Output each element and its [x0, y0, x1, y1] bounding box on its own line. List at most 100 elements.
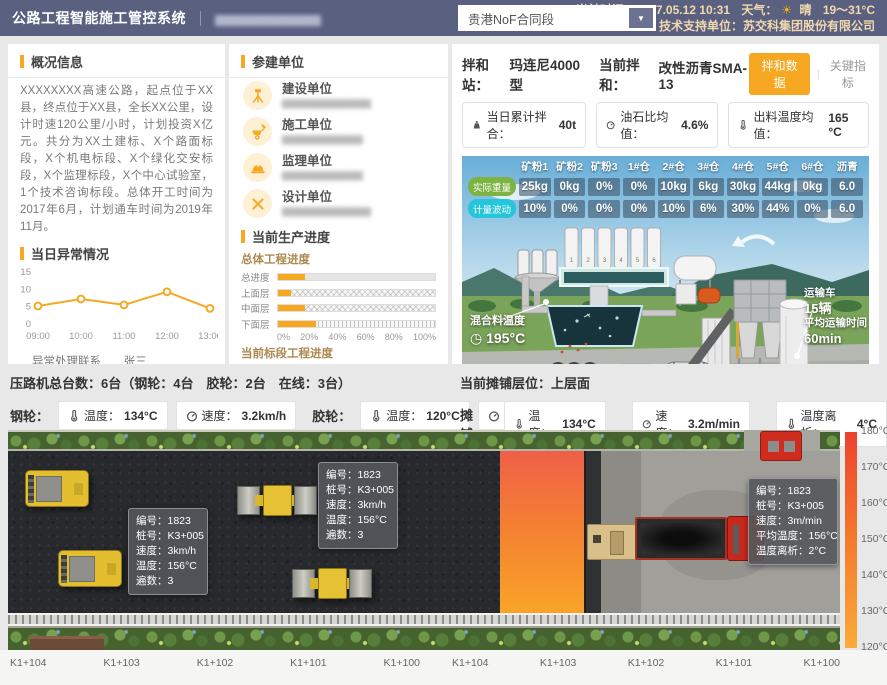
- roller-cab: [263, 485, 292, 516]
- progress-bar-label: 中面层: [241, 301, 277, 315]
- asphalt-load: [641, 523, 721, 554]
- construction-cart-icon: [243, 117, 272, 146]
- layer-summary: 当前摊铺层位：上层面: [460, 373, 887, 392]
- button-separator: |: [817, 67, 820, 81]
- tooltip-value: 156°C: [168, 559, 197, 574]
- mix-temp-value: ◷ 195°C: [470, 330, 525, 347]
- station-header: 拌和站： 玛连尼4000型 当前拌和： 改性沥青SMA-13 拌和数据 | 关键…: [452, 44, 879, 102]
- thermometer-icon: [738, 119, 748, 131]
- app-title: 公路工程智能施工管控系统: [12, 8, 186, 28]
- overview-panel: 概况信息 XXXXXXXX高速公路，起点位于XX县，终点位于XX县，全长XX公里…: [8, 44, 225, 364]
- progress-bar-label: 总进度: [241, 270, 277, 284]
- mix-table-cell: 6kg: [693, 178, 725, 196]
- gauge-icon: [186, 410, 198, 422]
- pneumatic-roller[interactable]: [25, 470, 89, 507]
- tooltip-label: 平均温度：: [756, 529, 809, 544]
- mix-table-cell: 10%: [519, 200, 551, 218]
- progress-bar-track: [277, 289, 436, 297]
- progress-bar-fill: [278, 321, 316, 327]
- tooltip-label: 编号：: [756, 484, 788, 499]
- mix-table-cell: 0%: [623, 200, 655, 218]
- paver-hopper: [593, 535, 601, 543]
- roller-drum: [349, 569, 372, 598]
- tooltip-label: 温度：: [136, 559, 168, 574]
- survey-instrument-icon: [243, 81, 272, 110]
- truck-windshield: [733, 525, 739, 554]
- tooltip-value: 156°C: [809, 529, 838, 544]
- key-indicators-tab-button[interactable]: 关键指标: [827, 57, 869, 91]
- svg-text:10:00: 10:00: [69, 331, 93, 342]
- temp-scale-label: 150°C: [861, 533, 887, 545]
- unit-company-blurred: ▆▆▆▆▆▆▆▆▆▆: [282, 169, 363, 181]
- oil-stone-ratio-chip: 油石比均值：4.6%: [596, 102, 718, 148]
- mix-table-cell: 30kg: [727, 178, 759, 196]
- mix-temp-label: 混合料温度: [470, 312, 525, 328]
- stat-value: 165 °C: [828, 111, 859, 139]
- tooltip-label: 编号：: [326, 468, 358, 483]
- roller-breakdown: （钢轮：4台 胶轮：2台 在线：3台）: [121, 376, 351, 391]
- axis-tick: 80%: [385, 332, 403, 342]
- thermometer-icon: [68, 410, 80, 422]
- tooltip-row: 速度：3km/h: [326, 498, 390, 513]
- station-name-label: 拌和站：: [462, 54, 509, 94]
- mix-table-row-label: 实际重量: [468, 177, 516, 196]
- gauge-icon: [642, 418, 652, 430]
- units-progress-panel: 参建单位 建设单位 ▆▆▆▆▆▆▆▆▆▆▆ 施工单位 ▆▆▆▆▆▆▆▆▆▆: [229, 44, 448, 364]
- dump-truck-bed: [635, 517, 727, 560]
- progress-bar-fill: [278, 274, 305, 280]
- tooltip-row: 平均温度：156°C: [756, 529, 830, 544]
- temp-scale-label: 170°C: [861, 461, 887, 473]
- mix-data-tab-button[interactable]: 拌和数据: [749, 53, 809, 95]
- roller-nose: [107, 563, 116, 575]
- progress-group-title: 当前标段工程进度: [241, 345, 436, 361]
- axis-tick: 60%: [357, 332, 375, 342]
- tooltip-value: 3: [168, 574, 174, 589]
- layer-label: 当前摊铺层位：: [460, 376, 551, 391]
- station-label: K1+101: [290, 657, 327, 669]
- station-label: K1+101: [716, 657, 753, 669]
- thermometer-icon: [786, 418, 796, 430]
- tooltip-label: 编号：: [136, 514, 168, 529]
- tandem-roller[interactable]: [292, 568, 372, 599]
- station-label: K1+102: [197, 657, 234, 669]
- project-name-blurred: ▆▆▆▆▆▆▆▆▆▆▆: [215, 11, 321, 26]
- station-label: K1+100: [804, 657, 841, 669]
- current-mix-label: 当前拌和：: [599, 54, 658, 94]
- mixing-station-panel: 拌和站： 玛连尼4000型 当前拌和： 改性沥青SMA-13 拌和数据 | 关键…: [452, 44, 879, 364]
- unit-item-supervision: 监理单位 ▆▆▆▆▆▆▆▆▆▆: [229, 150, 448, 186]
- pneumatic-roller[interactable]: [58, 550, 122, 587]
- tooltip-label: 速度：: [136, 544, 168, 559]
- roller-drum: [294, 486, 317, 515]
- thermometer-icon: [370, 410, 382, 422]
- gauge-icon: [606, 119, 615, 131]
- mix-table-column-header: 矿粉2: [554, 159, 586, 174]
- station-label: K1+104: [452, 657, 489, 669]
- mix-table-column-header: 矿粉3: [588, 159, 620, 174]
- mix-table-cell: 0kg: [554, 178, 586, 196]
- current-mix-value: 改性沥青SMA-13: [659, 57, 750, 92]
- progress-group-title: 总体工程进度: [241, 251, 436, 267]
- contract-section-select[interactable]: 贵港NoF合同段 ▼: [458, 5, 656, 31]
- unit-company-blurred: ▆▆▆▆▆▆▆▆▆▆: [282, 133, 363, 145]
- tooltip-label: 遍数：: [326, 528, 358, 543]
- contact-value: 张三 18022110089: [124, 354, 213, 364]
- transport-annotation: 运输车 15辆 平均运输时间 60min: [804, 286, 868, 346]
- chip-value: 134°C: [124, 409, 158, 423]
- svg-text:15: 15: [20, 268, 31, 278]
- roller-tires: [61, 555, 67, 583]
- tooltip-label: 速度：: [326, 498, 358, 513]
- roller-canopy: [36, 476, 62, 502]
- mix-table-cell: 0%: [797, 200, 829, 218]
- tooltip-value: K3+005: [788, 499, 825, 514]
- tooltip-row: 速度：3m/min: [756, 514, 830, 529]
- mix-table-cell: 10kg: [658, 178, 690, 196]
- chip-text: 温度：: [386, 407, 422, 424]
- support-value: 苏交科集团股份有限公司: [743, 19, 875, 33]
- contact-list: 异常处理联系人： 张三 18022110089 技术支持联系人： 张三 1802…: [8, 351, 225, 364]
- weather-value: 晴: [799, 3, 811, 17]
- station-name-value: 玛连尼4000型: [509, 54, 583, 94]
- tandem-roller[interactable]: [237, 485, 317, 516]
- mix-table-column-header: 5#仓: [762, 159, 794, 174]
- tooltip-value: 3: [358, 528, 364, 543]
- paving-info-bar: 压路机总台数：6台（钢轮：4台 胶轮：2台 在线：3台） 钢轮： 温度：134°…: [0, 368, 887, 428]
